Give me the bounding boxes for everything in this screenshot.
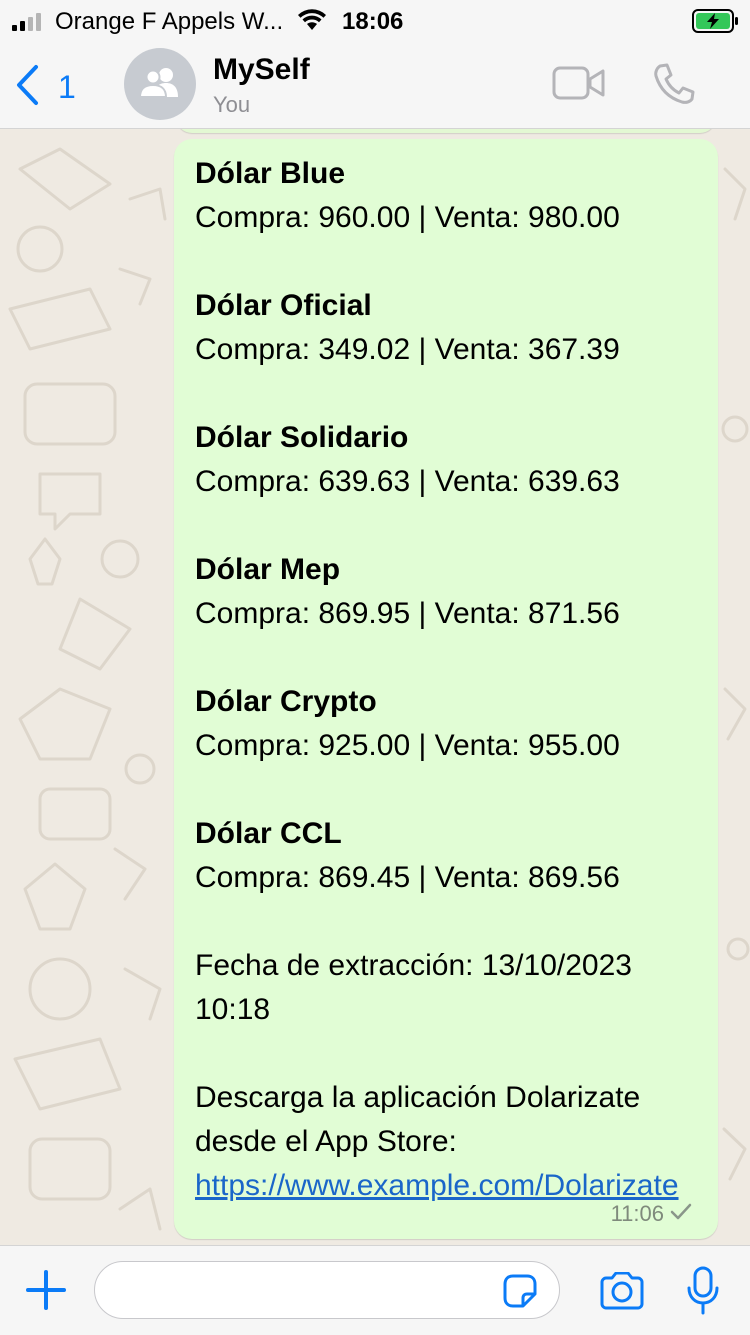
message-input-field[interactable] (94, 1261, 560, 1319)
rate-values: Compra: 869.95 | Venta: 871.56 (195, 597, 620, 630)
message-timestamp: 11:06 (611, 1201, 692, 1227)
contact-name[interactable]: MySelf (213, 53, 310, 87)
group-icon (137, 66, 183, 103)
checkmark-icon (670, 1201, 692, 1227)
previous-message-edge (176, 129, 716, 133)
rate-dolar-mep: Dólar Mep Compra: 869.95 | Venta: 871.56 (195, 548, 705, 636)
rate-dolar-solidario: Dólar Solidario Compra: 639.63 | Venta: … (195, 416, 705, 504)
camera-icon (598, 1271, 646, 1314)
rate-values: Compra: 349.02 | Venta: 367.39 (195, 333, 620, 366)
chevron-left-icon (14, 64, 40, 111)
input-bar (0, 1245, 750, 1335)
message-time: 11:06 (610, 1201, 664, 1226)
avatar[interactable] (124, 48, 196, 120)
download-note: Descarga la aplicación Dolarizate desde … (195, 1076, 705, 1208)
signal-strength-icon (12, 13, 41, 31)
rate-dolar-ccl: Dólar CCL Compra: 869.45 | Venta: 869.56 (195, 812, 705, 900)
rate-values: Compra: 925.00 | Venta: 955.00 (195, 729, 620, 762)
rate-name: Dólar Solidario (195, 421, 409, 454)
rate-name: Dólar Oficial (195, 289, 372, 322)
plus-icon (26, 1270, 66, 1314)
rate-name: Dólar Mep (195, 553, 341, 586)
contact-subtitle: You (213, 92, 251, 117)
message-bubble[interactable]: Dólar Blue Compra: 960.00 | Venta: 980.0… (174, 139, 718, 1239)
battery-charging-icon (692, 9, 740, 40)
sticker-icon (503, 1274, 537, 1312)
unread-count: 1 (58, 69, 76, 105)
sticker-button[interactable] (503, 1274, 537, 1313)
clock: 18:06 (342, 8, 404, 35)
extraction-date: Fecha de extracción: 13/10/2023 10:18 (195, 949, 632, 1026)
rate-name: Dólar Crypto (195, 685, 377, 718)
back-button[interactable]: 1 (14, 64, 76, 111)
video-camera-icon (552, 66, 606, 104)
microphone-icon (686, 1266, 720, 1320)
rate-name: Dólar CCL (195, 817, 342, 850)
microphone-button[interactable] (686, 1266, 720, 1321)
wifi-icon (296, 8, 328, 39)
rate-dolar-crypto: Dólar Crypto Compra: 925.00 | Venta: 955… (195, 680, 705, 768)
phone-icon (652, 63, 696, 110)
attach-button[interactable] (26, 1270, 66, 1315)
carrier-name: Orange F Appels W... (55, 8, 284, 35)
download-text: Descarga la aplicación Dolarizate desde … (195, 1081, 641, 1158)
rate-values: Compra: 639.63 | Venta: 639.63 (195, 465, 620, 498)
rate-values: Compra: 869.45 | Venta: 869.56 (195, 861, 620, 894)
voice-call-button[interactable] (652, 62, 696, 111)
rate-name: Dólar Blue (195, 157, 346, 190)
chat-area[interactable]: Dólar Blue Compra: 960.00 | Venta: 980.0… (0, 129, 750, 1245)
message-input[interactable] (113, 1270, 497, 1312)
rate-dolar-oficial: Dólar Oficial Compra: 349.02 | Venta: 36… (195, 284, 705, 372)
video-call-button[interactable] (552, 66, 606, 105)
chat-header: 1 MySelf You (0, 40, 750, 129)
status-bar: Orange F Appels W... 18:06 (0, 0, 750, 40)
rate-values: Compra: 960.00 | Venta: 980.00 (195, 201, 620, 234)
dolarizate-link[interactable]: https://www.example.com/Dolarizate (195, 1169, 679, 1202)
camera-button[interactable] (598, 1271, 646, 1315)
message-text: Dólar Blue Compra: 960.00 | Venta: 980.0… (195, 152, 705, 1208)
rate-dolar-blue: Dólar Blue Compra: 960.00 | Venta: 980.0… (195, 152, 705, 240)
